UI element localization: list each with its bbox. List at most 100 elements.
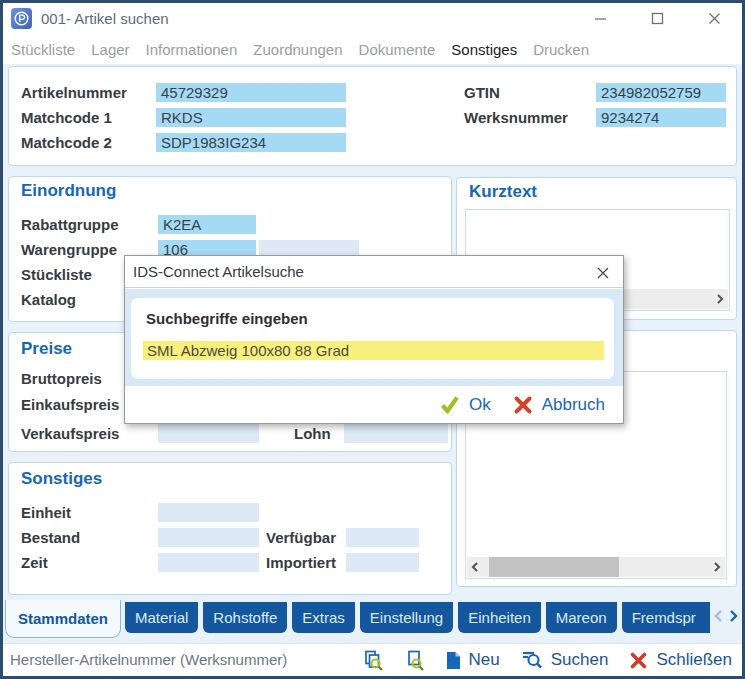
suchen-label: Suchen: [551, 650, 609, 670]
dialog-title: IDS-Connect Artikelsuche: [133, 256, 304, 288]
dialog-prompt: Suchbegriffe eingeben: [146, 310, 308, 327]
rabattgruppe-label: Rabattgruppe: [21, 215, 119, 235]
matchcode2-field[interactable]: SDP1983IG234: [156, 133, 346, 152]
artikelnummer-field[interactable]: 45729329: [156, 83, 346, 102]
lohn-label: Lohn: [294, 424, 331, 444]
tab-stammdaten[interactable]: Stammdaten: [5, 600, 121, 638]
documents-magnifier-icon: [363, 650, 384, 671]
zeit-field[interactable]: [158, 553, 259, 572]
minimize-button[interactable]: [585, 3, 615, 34]
matchcode1-label: Matchcode 1: [21, 108, 112, 128]
menu-drucken[interactable]: Drucken: [533, 41, 589, 58]
document-icon: [446, 651, 461, 670]
menu-stueckliste[interactable]: Stückliste: [11, 41, 75, 58]
einordnung-title: Einordnung: [21, 181, 116, 201]
verfuegbar-field[interactable]: [346, 528, 419, 547]
sonstiges-panel: Sonstiges Einheit Bestand Zeit Verfügbar…: [8, 462, 452, 595]
rabattgruppe-field[interactable]: K2EA: [158, 215, 256, 234]
bestand-label: Bestand: [21, 528, 80, 548]
importiert-label: Importiert: [266, 553, 336, 573]
menu-sonstiges[interactable]: Sonstiges: [451, 41, 517, 58]
zeit-label: Zeit: [21, 553, 48, 573]
check-icon: [439, 395, 460, 414]
window-title: 001- Artikel suchen: [41, 3, 169, 34]
katalog-label: Katalog: [21, 290, 76, 310]
tab-scroll-left-icon[interactable]: [711, 607, 725, 625]
neu-button[interactable]: Neu: [446, 650, 500, 670]
search-icon: [521, 650, 543, 670]
scroll-track[interactable]: [483, 557, 709, 577]
stueckliste-label: Stückliste: [21, 265, 92, 285]
matchcode1-field[interactable]: RKDS: [156, 108, 346, 127]
einkaufspreis-label: Einkaufspreis: [21, 395, 119, 415]
langtext-hscrollbar[interactable]: [467, 557, 725, 577]
chevron-right-icon[interactable]: [712, 289, 728, 309]
tab-bar: Material Rohstoffe Extras Einstellung Ei…: [125, 602, 710, 633]
abbruch-label: Abbruch: [542, 395, 605, 415]
bestand-field[interactable]: [158, 528, 259, 547]
sonstiges-title: Sonstiges: [21, 469, 102, 489]
close-button[interactable]: [699, 3, 729, 34]
dialog-titlebar: IDS-Connect Artikelsuche: [125, 256, 623, 288]
statusbar: Hersteller-Artikelnummer (Werksnummer) N…: [3, 643, 742, 676]
ok-label: Ok: [469, 395, 491, 415]
tab-rohstoffe[interactable]: Rohstoffe: [203, 602, 287, 633]
werksnummer-field[interactable]: 9234274: [596, 108, 726, 127]
copy-search-button[interactable]: [363, 650, 384, 671]
verkaufspreis-label: Verkaufspreis: [21, 424, 119, 444]
suchen-button[interactable]: Suchen: [521, 650, 609, 670]
artikelnummer-label: Artikelnummer: [21, 83, 127, 103]
matchcode2-label: Matchcode 2: [21, 133, 112, 153]
dialog-body: Suchbegriffe eingeben SML Abzweig 100x80…: [125, 289, 623, 386]
tab-extras[interactable]: Extras: [292, 602, 355, 633]
app-logo-icon: [11, 8, 32, 29]
search-term-input[interactable]: SML Abzweig 100x80 88 Grad: [143, 341, 604, 360]
schliessen-button[interactable]: Schließen: [629, 650, 732, 670]
bruttopreis-label: Bruttopreis: [21, 369, 102, 389]
verfuegbar-label: Verfügbar: [266, 528, 336, 548]
menu-informationen[interactable]: Informationen: [146, 41, 238, 58]
tab-einheiten[interactable]: Einheiten: [458, 602, 541, 633]
document-magnifier-icon: [405, 650, 425, 671]
status-hint: Hersteller-Artikelnummer (Werksnummer): [10, 644, 287, 676]
neu-label: Neu: [469, 650, 500, 670]
dialog-inner-panel: Suchbegriffe eingeben SML Abzweig 100x80…: [131, 298, 614, 379]
dialog-footer: Ok Abbruch: [125, 386, 623, 423]
chevron-right-icon[interactable]: [709, 557, 725, 577]
menubar: Stückliste Lager Informationen Zuordnung…: [3, 34, 742, 64]
tab-scroll-right-icon[interactable]: [726, 607, 740, 625]
ok-button[interactable]: Ok: [439, 395, 491, 415]
menu-lager[interactable]: Lager: [91, 41, 129, 58]
menu-zuordnungen[interactable]: Zuordnungen: [253, 41, 342, 58]
kurztext-title: Kurztext: [469, 182, 537, 202]
app-window: 001- Artikel suchen Stückliste Lager Inf…: [0, 0, 745, 679]
ids-connect-dialog: IDS-Connect Artikelsuche Suchbegriffe ei…: [124, 255, 624, 424]
werksnummer-label: Werksnummer: [464, 108, 568, 128]
abbruch-button[interactable]: Abbruch: [513, 395, 605, 415]
schliessen-label: Schließen: [656, 650, 732, 670]
einheit-field[interactable]: [158, 503, 259, 522]
tab-einstellung[interactable]: Einstellung: [360, 602, 453, 633]
maximize-button[interactable]: [642, 3, 672, 34]
warengruppe-label: Warengruppe: [21, 240, 117, 260]
menu-dokumente[interactable]: Dokumente: [359, 41, 436, 58]
doc-search-button[interactable]: [405, 650, 425, 671]
importiert-field[interactable]: [346, 553, 419, 572]
tab-fremdsprachen[interactable]: Fremdspr: [622, 602, 710, 633]
einheit-label: Einheit: [21, 503, 71, 523]
red-cross-icon: [629, 651, 648, 670]
identification-panel: Artikelnummer 45729329 Matchcode 1 RKDS …: [8, 66, 737, 166]
scroll-thumb[interactable]: [489, 557, 619, 577]
verkaufspreis-field[interactable]: [158, 424, 259, 443]
gtin-label: GTIN: [464, 83, 500, 103]
preise-title: Preise: [21, 339, 72, 359]
titlebar: 001- Artikel suchen: [3, 3, 742, 34]
lohn-field[interactable]: [344, 424, 448, 443]
red-cross-icon: [513, 395, 533, 415]
gtin-field[interactable]: 234982052759: [596, 83, 726, 102]
tab-mareon[interactable]: Mareon: [546, 602, 617, 633]
status-actions: Neu Suchen Schließen: [363, 644, 732, 676]
chevron-left-icon[interactable]: [467, 557, 483, 577]
tab-material[interactable]: Material: [125, 602, 198, 633]
dialog-close-button[interactable]: [595, 265, 611, 281]
